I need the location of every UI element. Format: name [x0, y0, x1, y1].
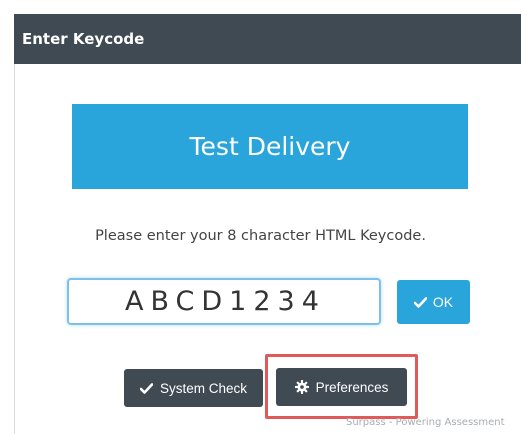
gear-icon — [294, 380, 309, 394]
system-check-button[interactable]: System Check — [124, 369, 263, 407]
checkmark-icon — [139, 382, 153, 394]
preferences-label: Preferences — [315, 379, 389, 395]
ok-label: OK — [432, 294, 454, 310]
test-delivery-banner: Test Delivery — [72, 104, 468, 189]
footer-brand-text: Surpass - Powering Assessment — [346, 417, 505, 428]
preferences-button[interactable]: Preferences — [276, 368, 407, 406]
system-check-label: System Check — [159, 380, 248, 396]
ok-button[interactable]: OK — [397, 280, 470, 324]
dialog-header: Enter Keycode — [14, 14, 521, 64]
checkmark-icon — [413, 296, 427, 308]
top-strip — [0, 0, 521, 14]
keycode-input[interactable] — [67, 278, 381, 325]
keycode-instruction: Please enter your 8 character HTML Keyco… — [95, 228, 426, 244]
banner-text: Test Delivery — [189, 132, 351, 161]
dialog-title: Enter Keycode — [22, 30, 145, 48]
